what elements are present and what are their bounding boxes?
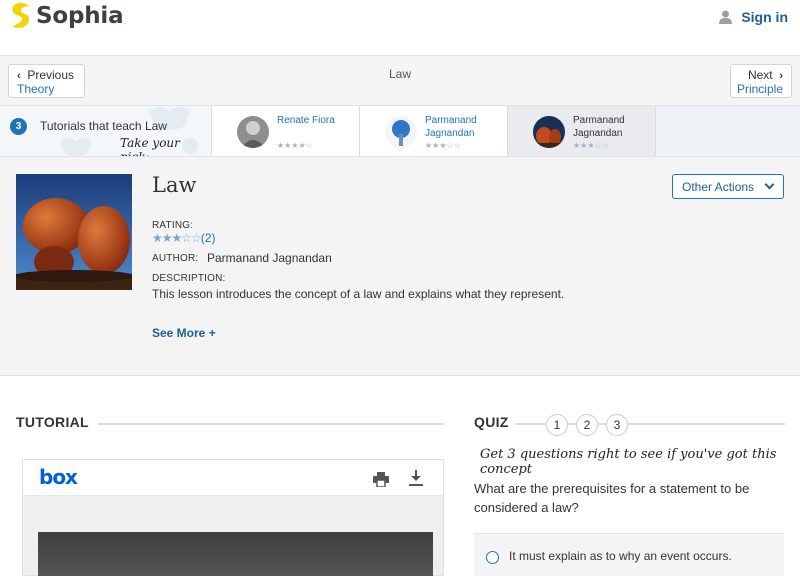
tutorial-rating: ★★★☆☆ <box>425 141 461 150</box>
tutorial-heading: TUTORIAL <box>16 414 89 430</box>
print-icon[interactable] <box>373 472 389 487</box>
quiz-step-2[interactable]: 2 <box>576 414 598 436</box>
logo-trademark: . <box>124 16 127 26</box>
signin-link[interactable]: Sign in <box>719 9 788 25</box>
previous-topic: Theory <box>17 82 55 96</box>
rating-label: RATING: <box>152 220 194 231</box>
tutorial-author: Parmanand Jagnandan <box>425 115 477 139</box>
quiz-step-3[interactable]: 3 <box>606 414 628 436</box>
user-icon <box>719 10 733 24</box>
take-your-pick: Take your pick: <box>120 136 180 156</box>
other-actions-label: Other Actions <box>682 180 755 194</box>
tutorial-viewer[interactable]: box <box>22 459 444 576</box>
chevron-right-icon: › <box>779 70 783 82</box>
site-header: Sophia . Sign in <box>0 0 800 56</box>
signin-label: Sign in <box>741 9 788 25</box>
other-actions-dropdown[interactable]: Other Actions <box>672 174 784 199</box>
lesson-details: Law Other Actions RATING: ★★★☆☆(2) AUTHO… <box>0 157 800 376</box>
avatar <box>533 116 565 148</box>
current-topic: Law <box>388 67 411 81</box>
tutorials-summary: 3 Tutorials that teach Law Take your pic… <box>0 106 212 156</box>
download-icon[interactable] <box>409 470 423 486</box>
quiz-option-text: It must explain as to why an event occur… <box>509 549 732 563</box>
rating-stars: ★★★☆☆ <box>152 231 202 245</box>
next-topic: Principle <box>736 82 783 96</box>
tutorial-divider <box>98 423 444 425</box>
tutorial-rating: ★★★☆☆ <box>573 141 609 150</box>
author-name: Parmanand Jagnandan <box>207 251 332 265</box>
lesson-thumbnail <box>16 174 132 290</box>
lesson-rating[interactable]: ★★★☆☆(2) <box>152 231 215 245</box>
next-label: Next <box>747 68 773 82</box>
tutorial-count-badge: 3 <box>10 118 27 135</box>
viewer-toolbar: box <box>23 460 443 496</box>
box-logo: box <box>39 465 78 489</box>
lesson-title: Law <box>152 173 197 197</box>
lesson-nav: ‹ Previous Theory Law Next › Principle <box>0 56 800 105</box>
avatar <box>237 116 269 148</box>
quiz-heading: QUIZ <box>474 414 509 430</box>
quiz-question: What are the prerequisites for a stateme… <box>474 481 750 515</box>
tutorial-video-frame[interactable] <box>38 532 433 576</box>
quiz-option[interactable]: It must explain as to why an event occur… <box>474 533 784 576</box>
tutorial-card-active[interactable]: Parmanand Jagnandan ★★★☆☆ <box>508 106 656 156</box>
tutorial-card[interactable]: Renate Fiora ★★★★☆ <box>212 106 360 156</box>
tutorial-rating: ★★★★☆ <box>277 141 313 150</box>
radio-button[interactable] <box>486 551 499 564</box>
quiz-subtitle: Get 3 questions right to see if you've g… <box>480 447 777 477</box>
next-button[interactable]: Next › Principle <box>730 64 792 98</box>
rating-count: (2) <box>200 231 216 245</box>
sophia-logo[interactable]: Sophia . <box>10 2 127 30</box>
author-label: AUTHOR: <box>152 253 199 264</box>
avatar <box>385 116 417 148</box>
see-more-link[interactable]: See More + <box>152 326 216 340</box>
description-label: DESCRIPTION: <box>152 273 226 284</box>
tutorial-card[interactable]: Parmanand Jagnandan ★★★☆☆ <box>360 106 508 156</box>
tutorial-author: Parmanand Jagnandan <box>573 115 625 139</box>
tutorials-label: Tutorials that teach Law <box>40 119 167 133</box>
sophia-logo-icon <box>12 3 30 28</box>
lesson-description: This lesson introduces the concept of a … <box>152 287 565 301</box>
chevron-down-icon <box>764 179 775 190</box>
logo-text: Sophia <box>36 3 124 29</box>
tutorial-author: Renate Fiora <box>277 115 335 126</box>
quiz-step-1[interactable]: 1 <box>546 414 568 436</box>
tutorials-strip: 3 Tutorials that teach Law Take your pic… <box>0 105 800 157</box>
